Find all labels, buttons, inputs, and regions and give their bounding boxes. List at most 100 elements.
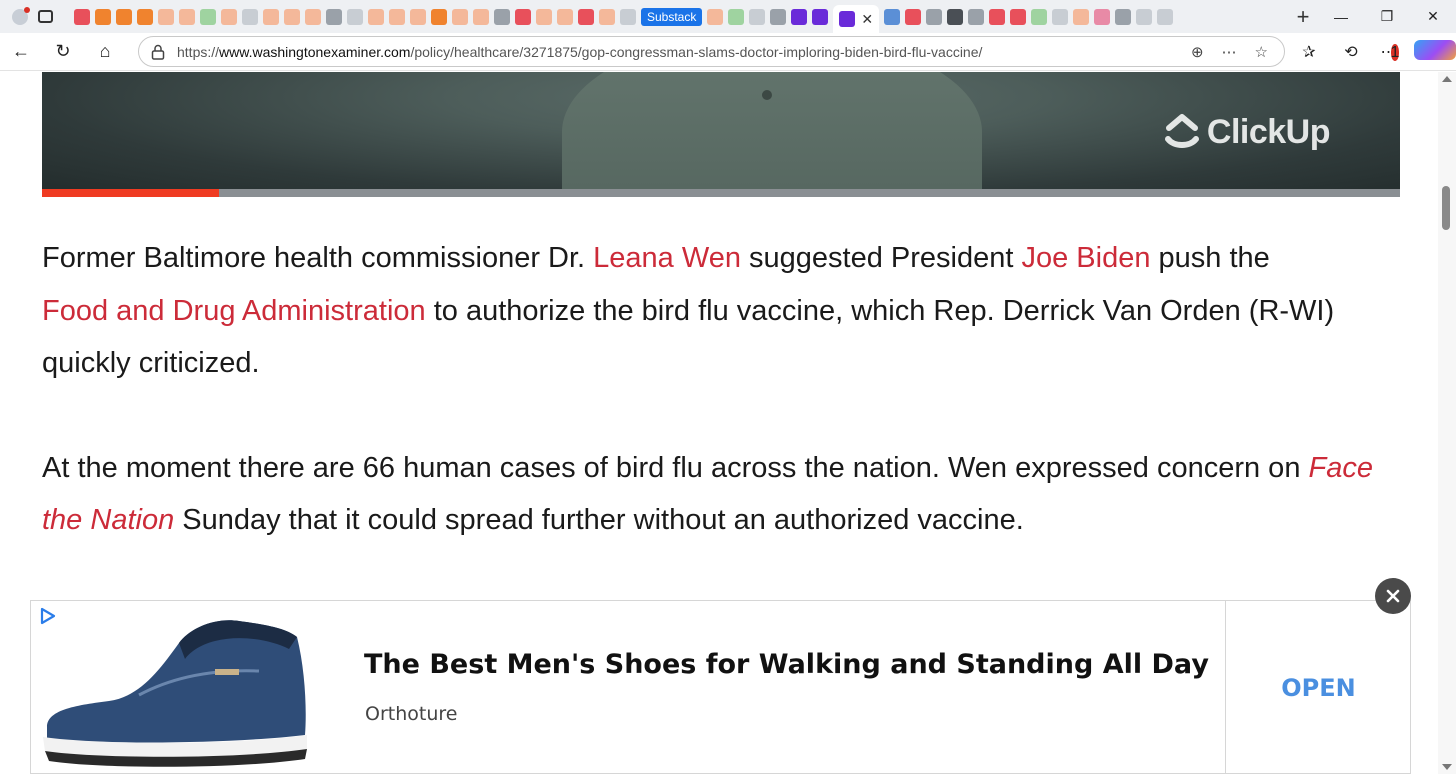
tab-favicon-icon[interactable]: [926, 8, 943, 25]
p1-text-2: suggested President: [740, 242, 1022, 274]
tab-strip: Substack ✕ + — ❐ ✕: [0, 0, 1456, 33]
address-bar[interactable]: https://www.washingtonexaminer.com/polic…: [138, 36, 1285, 67]
tab-favicon-icon[interactable]: [473, 8, 489, 25]
tab-favicon-icon[interactable]: [368, 8, 384, 25]
minimize-icon[interactable]: —: [1318, 0, 1364, 33]
tab-favicon-icon[interactable]: [116, 8, 132, 25]
tab-favicon-icon[interactable]: [1157, 8, 1174, 25]
tab-actions-icon[interactable]: [38, 10, 53, 23]
tabstrip-left: [0, 0, 74, 33]
page-scrollbar[interactable]: [1438, 72, 1456, 774]
tab-favicon-icon[interactable]: [536, 8, 552, 25]
clickup-brand-text: ClickUp: [1206, 112, 1331, 151]
lock-icon[interactable]: [139, 44, 177, 60]
video-player[interactable]: ClickUp: [42, 72, 1400, 197]
tab-favicon-icon[interactable]: [1010, 8, 1027, 25]
more-tools-icon[interactable]: ⋯: [1222, 43, 1237, 61]
tab-favicon-icon[interactable]: [728, 8, 745, 25]
favorites-icon[interactable]: ✰: [1288, 42, 1330, 62]
ad-headline[interactable]: The Best Men's Shoes for Walking and Sta…: [364, 649, 1209, 680]
tab-favicon-icon[interactable]: [599, 8, 615, 25]
tab-favicon-icon[interactable]: [707, 8, 724, 25]
p1-text-1: Former Baltimore health commissioner Dr.: [42, 242, 594, 274]
tab-favicon-icon[interactable]: [947, 8, 964, 25]
address-bar-actions: ⊕ ⋯ ☆: [1191, 43, 1284, 61]
toolbar-right: ✰ ⟲ ⋯1: [1288, 33, 1456, 71]
settings-more-icon[interactable]: ⋯1: [1372, 42, 1414, 62]
tab-favicon-icon[interactable]: [389, 8, 405, 25]
tab-favicon-icon[interactable]: [578, 8, 594, 25]
new-tab-icon[interactable]: +: [1288, 4, 1318, 30]
tab-favicon-icon[interactable]: [770, 8, 787, 25]
tab-favicon-icon[interactable]: [1073, 8, 1090, 25]
p2-text-1: At the moment there are 66 human cases o…: [42, 451, 1309, 484]
tab-favicon-icon[interactable]: [1094, 8, 1111, 25]
url-text[interactable]: https://www.washingtonexaminer.com/polic…: [177, 44, 1191, 60]
tab-favicon-icon[interactable]: [749, 8, 766, 25]
url-path: /policy/healthcare/3271875/gop-congressm…: [410, 43, 983, 60]
scroll-up-icon[interactable]: [1442, 76, 1452, 82]
copilot-icon[interactable]: [1414, 39, 1456, 65]
link-leana-wen[interactable]: Leana Wen: [593, 242, 741, 274]
tab-favicon-icon[interactable]: [905, 8, 922, 25]
tab-favicon-icon[interactable]: [137, 8, 153, 25]
article-body: Former Baltimore health commissioner Dr.…: [42, 232, 1412, 599]
tab-favicon-icon[interactable]: [557, 8, 573, 25]
tab-favicon-icon[interactable]: [494, 8, 510, 25]
profile-avatar-icon[interactable]: [12, 6, 30, 25]
tab-favicon-icon[interactable]: [884, 8, 901, 25]
tab-favicon-icon[interactable]: [968, 8, 985, 25]
web-page: ClickUp Former Baltimore health commissi…: [0, 72, 1438, 774]
home-icon[interactable]: ⌂: [84, 33, 126, 71]
tab-favicon-icon[interactable]: [791, 8, 808, 25]
url-prefix: https://: [177, 43, 220, 60]
p2-text-2: Sunday that it could spread further with…: [174, 504, 1024, 536]
active-tab[interactable]: ✕: [833, 5, 880, 33]
favorite-star-icon[interactable]: ☆: [1255, 43, 1268, 61]
tab-favicon-icon[interactable]: [284, 8, 300, 25]
tab-favicon-icon[interactable]: [221, 8, 237, 25]
tab-favicon-icon[interactable]: [431, 8, 447, 25]
tab-favicon-icon[interactable]: [179, 8, 195, 25]
close-window-icon[interactable]: ✕: [1410, 0, 1456, 33]
tab-group-c: [884, 8, 1174, 25]
tab-favicon-icon[interactable]: [989, 8, 1006, 25]
tab-favicon-icon[interactable]: [74, 8, 90, 25]
link-joe-biden[interactable]: Joe Biden: [1021, 242, 1150, 274]
url-host: www.washingtonexaminer.com: [219, 43, 411, 60]
tab-group-b: [707, 8, 829, 25]
back-icon[interactable]: ←: [0, 33, 42, 71]
tab-favicon-icon[interactable]: [515, 8, 531, 25]
tab-favicon-icon[interactable]: [1136, 8, 1153, 25]
video-progress-bar[interactable]: [42, 189, 1400, 197]
browser-toolbar: ← ↻ ⌂ https://www.washingtonexaminer.com…: [0, 33, 1456, 71]
reload-icon[interactable]: ↻: [42, 33, 84, 71]
tab-favicon-icon[interactable]: [1052, 8, 1069, 25]
tab-favicon-icon[interactable]: [620, 8, 636, 25]
tab-favicon-icon[interactable]: [95, 8, 111, 25]
tab-favicon-icon[interactable]: [812, 8, 829, 25]
zoom-icon[interactable]: ⊕: [1191, 43, 1204, 61]
tab-favicon-icon[interactable]: [1115, 8, 1132, 25]
tab-favicon-icon[interactable]: [326, 8, 342, 25]
shoe-product-image[interactable]: [39, 609, 311, 769]
tab-favicon-icon[interactable]: [305, 8, 321, 25]
ad-open-button[interactable]: OPEN: [1226, 601, 1411, 774]
tab-favicon-icon[interactable]: [242, 8, 258, 25]
history-icon[interactable]: ⟲: [1330, 42, 1372, 62]
tab-close-icon[interactable]: ✕: [861, 11, 873, 28]
maximize-icon[interactable]: ❐: [1364, 0, 1410, 33]
scroll-thumb[interactable]: [1442, 186, 1450, 230]
scroll-down-icon[interactable]: [1442, 764, 1452, 770]
link-fda[interactable]: Food and Drug Administration: [42, 295, 426, 327]
tab-favicon-icon[interactable]: [1031, 8, 1048, 25]
tab-favicon-icon[interactable]: [452, 8, 468, 25]
ad-close-icon[interactable]: [1375, 578, 1411, 614]
tab-favicon-icon[interactable]: [200, 8, 216, 25]
tab-favicon-icon[interactable]: [347, 8, 363, 25]
tab-substack[interactable]: Substack: [641, 7, 703, 26]
tab-favicon-icon[interactable]: [410, 8, 426, 25]
tab-favicon-icon[interactable]: [158, 8, 174, 25]
sticky-ad-banner[interactable]: The Best Men's Shoes for Walking and Sta…: [30, 600, 1411, 774]
tab-favicon-icon[interactable]: [263, 8, 279, 25]
